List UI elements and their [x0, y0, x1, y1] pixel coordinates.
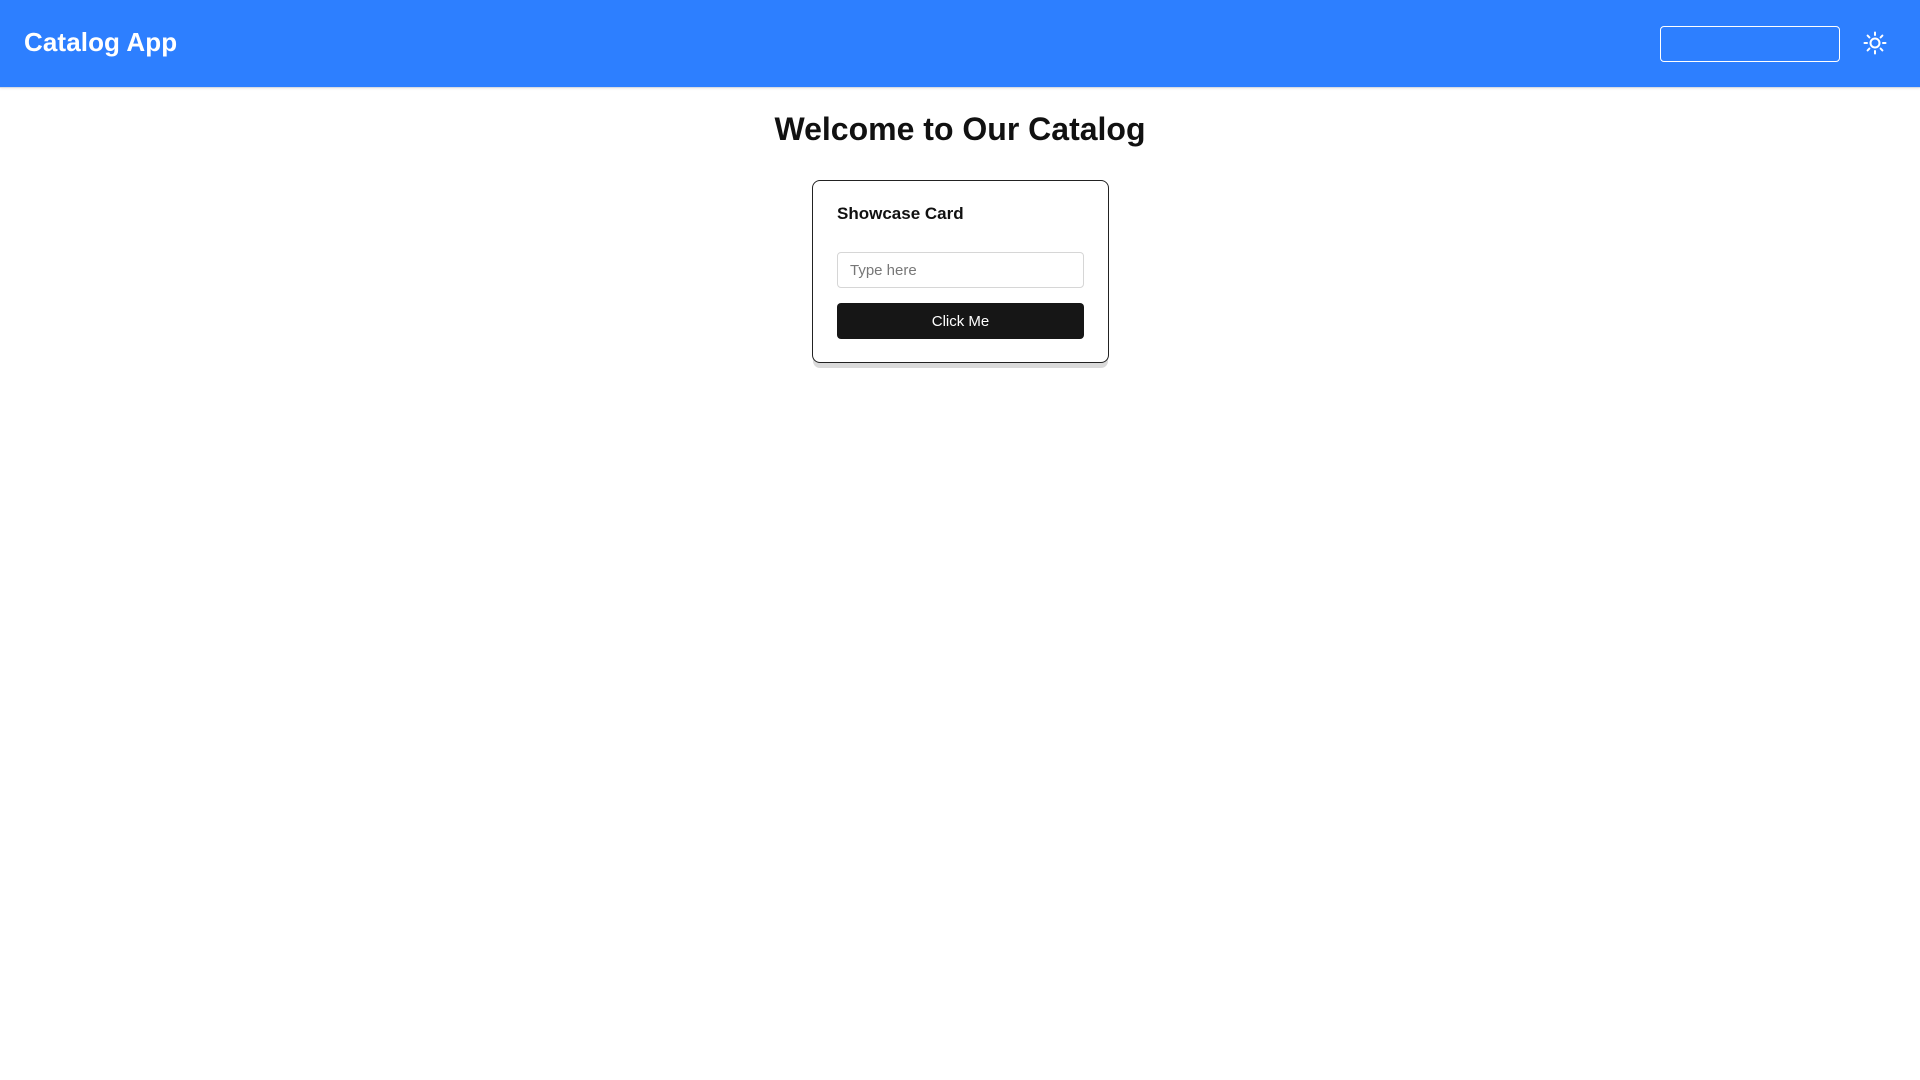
page-title: Welcome to Our Catalog — [774, 111, 1146, 147]
sun-icon — [1863, 31, 1887, 58]
header-search-input[interactable] — [1660, 26, 1840, 62]
card-title: Showcase Card — [837, 204, 964, 223]
top-navbar: Catalog App — [0, 0, 1920, 88]
card-text-input[interactable] — [837, 252, 1084, 288]
app-title[interactable]: Catalog App — [24, 27, 177, 58]
click-me-button[interactable]: Click Me — [837, 303, 1084, 339]
showcase-card: Showcase Card Click Me — [812, 180, 1109, 363]
theme-toggle-button[interactable] — [1862, 31, 1888, 57]
